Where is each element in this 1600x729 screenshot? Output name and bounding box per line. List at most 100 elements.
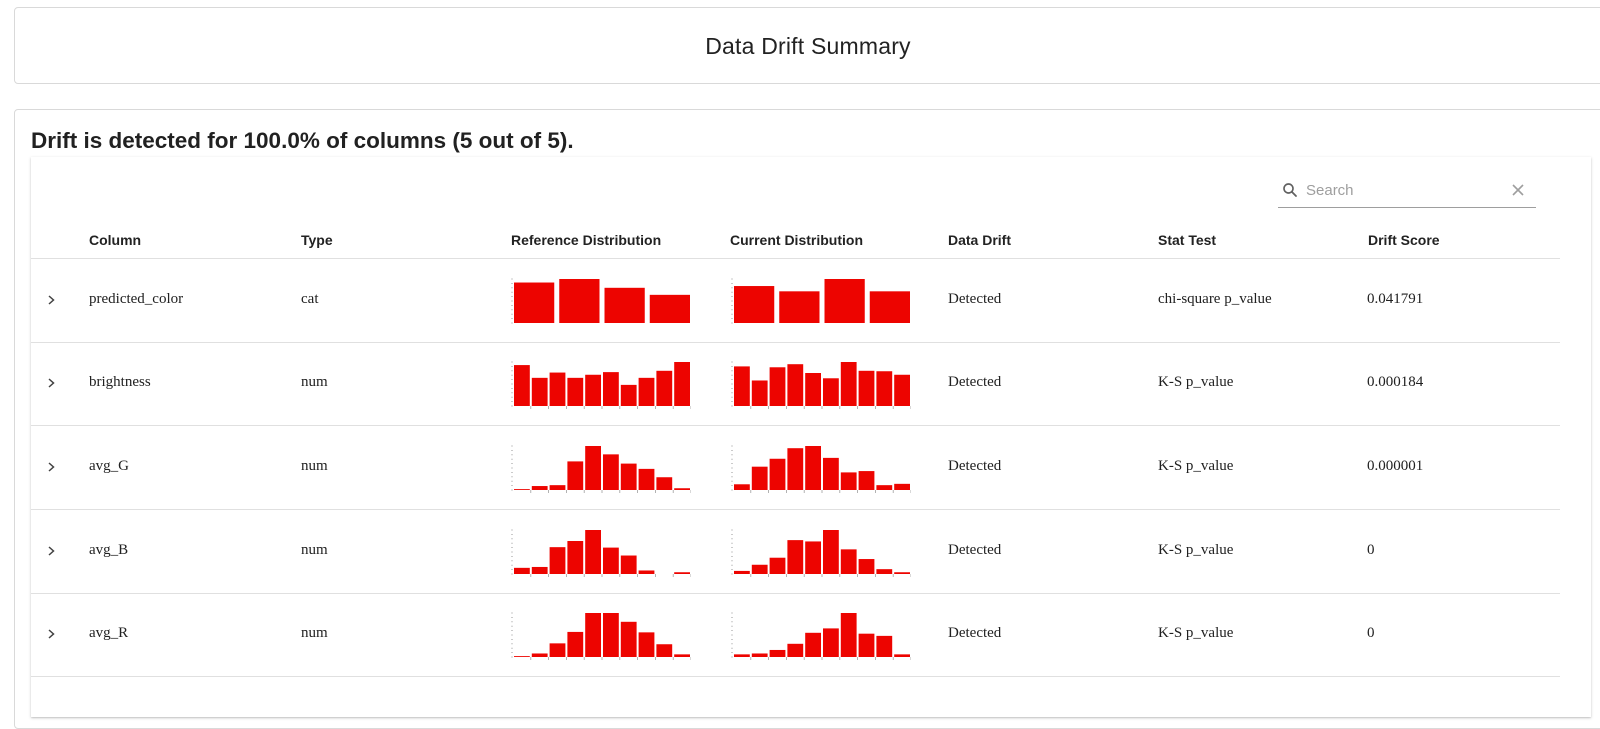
cell-drift: Detected [948, 625, 1002, 641]
histogram-bar [805, 632, 821, 657]
current-distribution-histogram [731, 361, 911, 409]
column-header-current-distribution[interactable]: Current Distribution [730, 232, 863, 248]
histogram-bar [674, 362, 690, 406]
column-header-stat-test[interactable]: Stat Test [1158, 232, 1216, 248]
histogram-bar [549, 372, 566, 406]
cell-drift: Detected [948, 291, 1002, 307]
histogram-bar [603, 372, 619, 406]
row-divider [31, 342, 1560, 343]
histogram-bar [549, 643, 566, 657]
histogram-bar [894, 572, 910, 574]
histogram-bar [585, 613, 601, 657]
histogram-bar [769, 367, 786, 406]
histogram-bar [514, 489, 530, 490]
column-header-type[interactable]: Type [301, 232, 333, 248]
histogram-bar [858, 633, 875, 657]
histogram-bar [751, 380, 768, 406]
expand-row-chevron-icon[interactable] [44, 293, 58, 307]
histogram-bar [649, 294, 690, 323]
cell-stat-test: K-S p_value [1158, 458, 1234, 474]
page-title: Data Drift Summary [705, 33, 911, 59]
histogram-bar [734, 366, 750, 406]
column-header-reference-distribution[interactable]: Reference Distribution [511, 232, 661, 248]
cell-score: 0 [1367, 542, 1375, 558]
histogram-bar [514, 365, 530, 406]
histogram-bar [734, 484, 750, 490]
current-distribution-histogram [731, 612, 911, 660]
histogram-bar [531, 566, 548, 574]
expand-row-chevron-icon[interactable] [44, 544, 58, 558]
column-header-column[interactable]: Column [89, 232, 141, 248]
close-icon[interactable] [1510, 182, 1526, 198]
current-distribution-histogram [731, 529, 911, 577]
cell-stat-test: K-S p_value [1158, 542, 1234, 558]
histogram-bar [656, 370, 673, 406]
histogram-bar [531, 653, 548, 657]
histogram-bar [656, 477, 673, 490]
expand-row-chevron-icon[interactable] [44, 376, 58, 390]
histogram-bar [787, 540, 804, 574]
column-header-data-drift[interactable]: Data Drift [948, 232, 1011, 248]
histogram-bar [751, 564, 768, 574]
cell-stat-test: chi-square p_value [1158, 291, 1272, 307]
cell-score: 0.000001 [1367, 458, 1424, 474]
reference-distribution-histogram [511, 361, 691, 409]
histogram-bar [638, 570, 655, 574]
search-field[interactable] [1278, 175, 1536, 208]
cell-type: num [301, 458, 328, 474]
reference-distribution-histogram [511, 278, 690, 324]
histogram-bar [751, 653, 768, 657]
histogram-bar [514, 656, 530, 657]
cell-drift: Detected [948, 374, 1002, 390]
cell-drift: Detected [948, 542, 1002, 558]
histogram-bar [549, 547, 566, 574]
histogram-bar [769, 557, 786, 574]
histogram-bar [620, 463, 637, 490]
histogram-bar [567, 541, 584, 574]
histogram-bar [638, 632, 655, 657]
histogram-bar [674, 488, 690, 490]
histogram-bar [620, 621, 637, 657]
column-header-drift-score[interactable]: Drift Score [1368, 232, 1440, 248]
histogram-bar [559, 279, 600, 323]
histogram-bar [603, 547, 619, 574]
row-divider [31, 425, 1560, 426]
cell-type: num [301, 374, 328, 390]
cell-stat-test: K-S p_value [1158, 625, 1234, 641]
reference-distribution-histogram [511, 612, 691, 660]
histogram-bar [876, 485, 893, 490]
cell-drift: Detected [948, 458, 1002, 474]
histogram-bar [876, 635, 893, 657]
histogram-bar [823, 530, 839, 574]
histogram-bar [674, 654, 690, 657]
histogram-bar [514, 567, 530, 574]
row-divider [31, 676, 1560, 677]
search-icon [1283, 183, 1297, 197]
row-divider [31, 593, 1560, 594]
header-card: Data Drift Summary [14, 7, 1600, 84]
histogram-bar [620, 384, 637, 406]
histogram-bar [531, 486, 548, 490]
current-distribution-histogram [731, 445, 911, 493]
search-input[interactable] [1306, 179, 1506, 201]
histogram-bar [567, 461, 584, 490]
cell-column: avg_R [89, 625, 129, 641]
histogram-bar [585, 530, 601, 574]
histogram-bar [858, 559, 875, 574]
histogram-bar [531, 377, 548, 406]
histogram-bar [638, 468, 655, 490]
histogram-bar [656, 644, 673, 657]
histogram-bar [674, 572, 690, 574]
histogram-bar [603, 454, 619, 490]
row-divider [31, 509, 1560, 510]
histogram-bar [585, 446, 601, 490]
histogram-bar [787, 448, 804, 490]
histogram-bar [805, 446, 821, 490]
histogram-bar [514, 282, 555, 323]
expand-row-chevron-icon[interactable] [44, 627, 58, 641]
histogram-bar [567, 377, 584, 406]
expand-row-chevron-icon[interactable] [44, 460, 58, 474]
histogram-bar [620, 555, 637, 574]
histogram-bar [858, 370, 875, 406]
histogram-bar [840, 613, 857, 657]
